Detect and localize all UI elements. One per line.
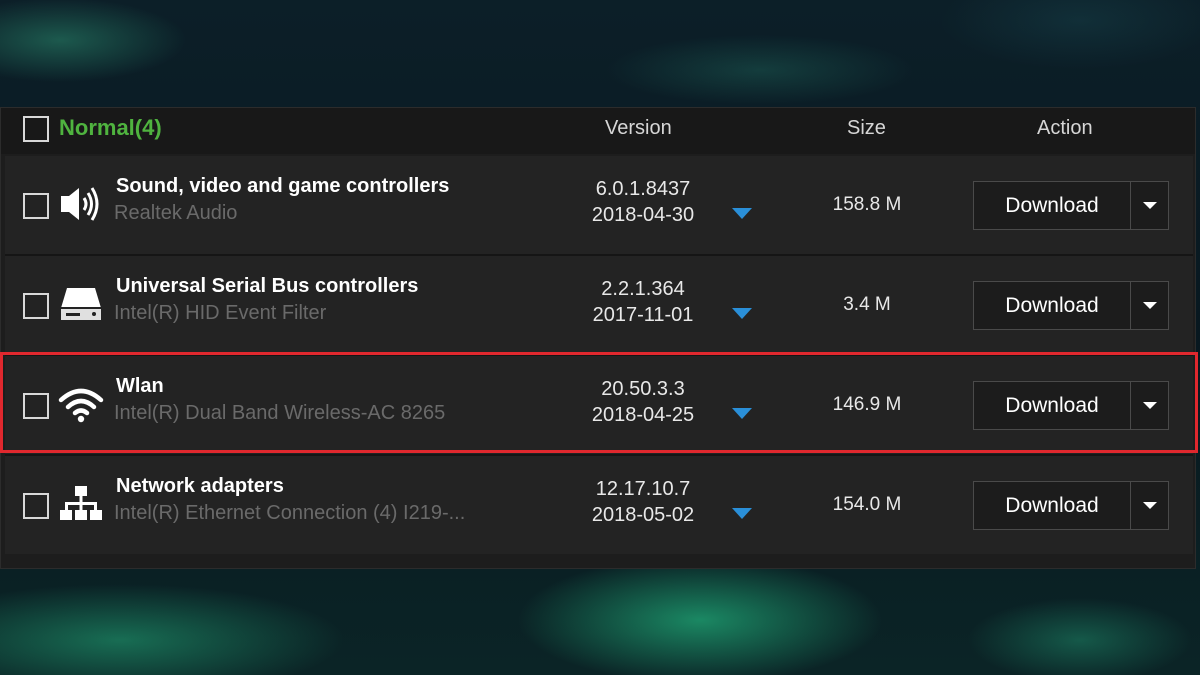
version-date: 2018-04-25 — [591, 404, 695, 426]
version-dropdown-icon[interactable] — [732, 207, 752, 221]
device-category: Universal Serial Bus controllers — [116, 275, 419, 297]
download-button[interactable]: Download — [973, 381, 1131, 430]
list-header: Normal(4) Version Size Action — [1, 108, 1195, 154]
row-checkbox[interactable] — [23, 493, 49, 519]
driver-size: 154.0 M — [832, 494, 902, 515]
driver-size: 158.8 M — [832, 194, 902, 215]
row-checkbox[interactable] — [23, 193, 49, 219]
device-name: Realtek Audio — [114, 202, 238, 224]
version-dropdown-icon[interactable] — [732, 407, 752, 421]
download-button[interactable]: Download — [973, 281, 1131, 330]
driver-version: 12.17.10.7 2018-05-02 — [565, 476, 721, 528]
download-options-button[interactable] — [1131, 481, 1169, 530]
driver-row: Universal Serial Bus controllers Intel(R… — [5, 256, 1193, 354]
driver-row: Network adapters Intel(R) Ethernet Conne… — [5, 456, 1193, 554]
device-name: Intel(R) Ethernet Connection (4) I219-..… — [114, 502, 466, 524]
driver-row: Wlan Intel(R) Dual Band Wireless-AC 8265… — [5, 356, 1193, 454]
version-number: 20.50.3.3 — [601, 378, 685, 400]
download-options-button[interactable] — [1131, 181, 1169, 230]
device-category: Wlan — [116, 375, 164, 397]
row-checkbox[interactable] — [23, 393, 49, 419]
driver-list-panel: Normal(4) Version Size Action Sound, vid… — [0, 107, 1196, 569]
driver-row: Sound, video and game controllers Realte… — [5, 156, 1193, 254]
chevron-down-icon — [1143, 402, 1157, 409]
network-icon — [57, 484, 105, 524]
version-number: 2.2.1.364 — [601, 278, 685, 300]
driver-version: 6.0.1.8437 2018-04-30 — [565, 176, 721, 228]
device-category: Sound, video and game controllers — [116, 175, 450, 197]
chevron-down-icon — [1143, 302, 1157, 309]
download-button[interactable]: Download — [973, 181, 1131, 230]
chevron-down-icon — [1143, 202, 1157, 209]
download-options-button[interactable] — [1131, 281, 1169, 330]
column-header-version: Version — [605, 117, 672, 139]
drive-icon — [57, 284, 105, 324]
chevron-down-icon — [1143, 502, 1157, 509]
driver-size: 3.4 M — [843, 294, 891, 315]
row-checkbox[interactable] — [23, 293, 49, 319]
device-name: Intel(R) HID Event Filter — [114, 302, 327, 324]
version-date: 2018-04-30 — [591, 204, 695, 226]
column-header-size: Size — [847, 117, 886, 139]
version-number: 6.0.1.8437 — [595, 178, 691, 200]
device-name: Intel(R) Dual Band Wireless-AC 8265 — [114, 402, 446, 424]
driver-version: 2.2.1.364 2017-11-01 — [565, 276, 721, 328]
version-dropdown-icon[interactable] — [732, 307, 752, 321]
driver-version: 20.50.3.3 2018-04-25 — [565, 376, 721, 428]
download-options-button[interactable] — [1131, 381, 1169, 430]
download-button[interactable]: Download — [973, 481, 1131, 530]
version-number: 12.17.10.7 — [595, 478, 691, 500]
speaker-icon — [57, 184, 105, 224]
group-title: Normal(4) — [59, 115, 162, 140]
select-all-checkbox[interactable] — [23, 116, 49, 142]
version-date: 2018-05-02 — [591, 504, 695, 526]
version-date: 2017-11-01 — [592, 304, 694, 326]
driver-size: 146.9 M — [832, 394, 902, 415]
device-category: Network adapters — [116, 475, 284, 497]
version-dropdown-icon[interactable] — [732, 507, 752, 521]
wifi-icon — [57, 384, 105, 424]
column-header-action: Action — [1037, 117, 1093, 139]
